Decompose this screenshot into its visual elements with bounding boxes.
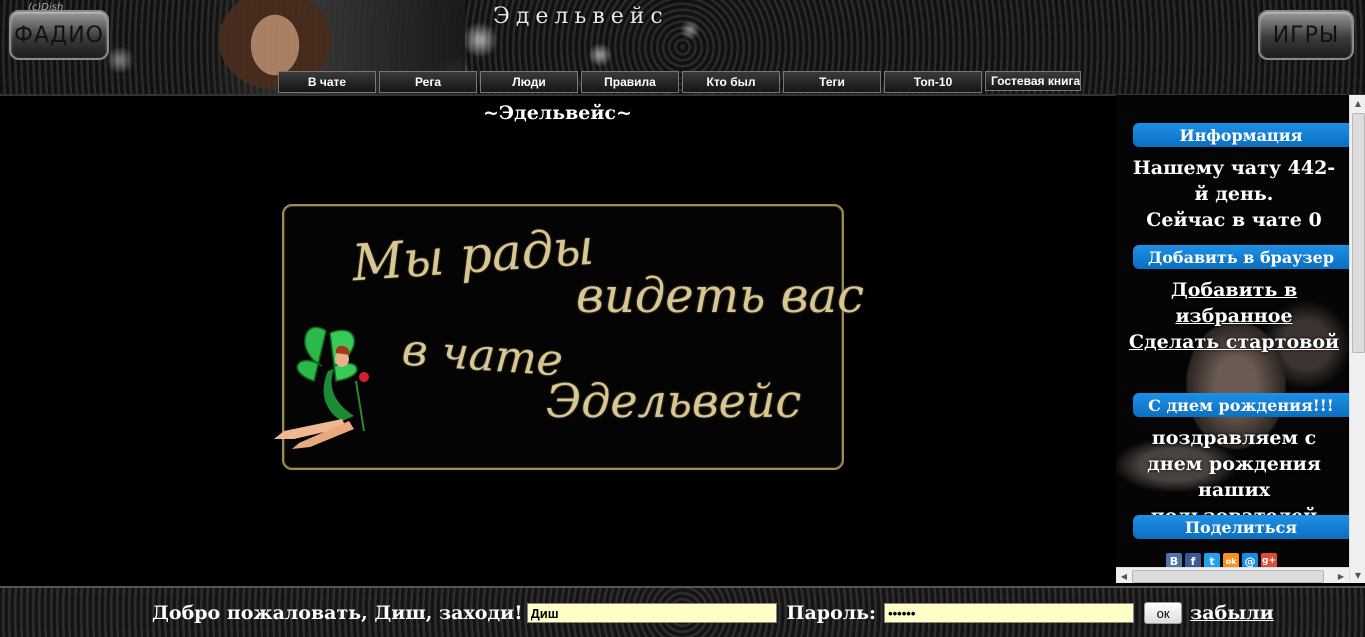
welcome-text: Добро пожаловать, Диш, заходи! [152,602,523,624]
banner-line-3: в чате [400,324,565,387]
share-header: Поделиться [1133,515,1349,539]
scroll-down-icon[interactable]: ▼ [1350,567,1365,583]
info-block: Нашему чату 442-й день. Сейчас в чате 0 [1126,155,1342,233]
make-homepage-link[interactable]: Сделать стартовой [1126,329,1342,355]
banner-line-1: Мы рады [350,217,596,293]
site-header: (c)Dish ФАДИО Эдельвейс ИГРЫ В чате Рега… [0,0,1365,96]
nav-item-who-was[interactable]: Кто был [682,71,780,93]
sidebar: Информация Нашему чату 442-й день. Сейча… [1116,95,1349,583]
banner-line-4: Эдельвейс [546,374,802,428]
nav-item-top10[interactable]: Топ-10 [884,71,982,93]
birthday-header: С днем рождения!!! [1133,393,1349,417]
nav-item-guestbook[interactable]: Гостевая книга [985,71,1081,91]
birthday-text: поздравляем с днем рождения наших пользо… [1147,427,1321,527]
chat-age-text: Нашему чату 442-й день. [1132,157,1336,205]
nav-item-register[interactable]: Рега [379,71,477,93]
scroll-right-icon[interactable]: ▶ [1333,568,1349,583]
scroll-left-icon[interactable]: ◀ [1116,568,1132,583]
browser-links: Добавить в избранное Сделать стартовой [1126,277,1342,355]
vertical-scroll-thumb[interactable] [1352,113,1365,353]
add-to-browser-header: Добавить в браузер [1133,245,1349,269]
nav-item-in-chat[interactable]: В чате [278,71,376,93]
nav-item-people[interactable]: Люди [480,71,578,93]
ok-button[interactable]: ок [1144,602,1183,624]
info-header: Информация [1133,123,1349,147]
password-field[interactable] [884,603,1135,623]
login-row: Добро пожаловать, Диш, заходи! Пароль: о… [152,602,1274,624]
username-field[interactable] [526,603,777,623]
forgot-password-link[interactable]: забыли [1190,602,1274,624]
horizontal-scroll-thumb[interactable] [1132,570,1324,583]
games-button[interactable]: ИГРЫ [1258,10,1354,60]
radio-button[interactable]: ФАДИО [9,10,109,60]
welcome-banner: Мы рады видеть вас в чате Эдельвейс [274,204,864,470]
login-footer: Добро пожаловать, Диш, заходи! Пароль: о… [0,586,1365,637]
add-favorites-link[interactable]: Добавить в избранное [1126,277,1342,329]
sidebar-horizontal-scrollbar[interactable]: ◀ ▶ [1116,567,1349,583]
password-label: Пароль: [786,602,877,624]
main-nav: В чате Рега Люди Правила Кто был Теги То… [278,71,1081,93]
scroll-up-icon[interactable]: ▲ [1350,95,1365,111]
fairy-image [274,326,369,449]
vertical-scrollbar[interactable]: ▲ ▼ [1349,95,1365,583]
nav-item-tags[interactable]: Теги [783,71,881,93]
site-title: Эдельвейс [493,4,669,29]
page-title: ~Эдельвейс~ [483,102,632,124]
nav-item-rules[interactable]: Правила [581,71,679,93]
banner-line-2: видеть вас [576,268,865,324]
online-count-text: Сейчас в чате 0 [1146,209,1322,231]
